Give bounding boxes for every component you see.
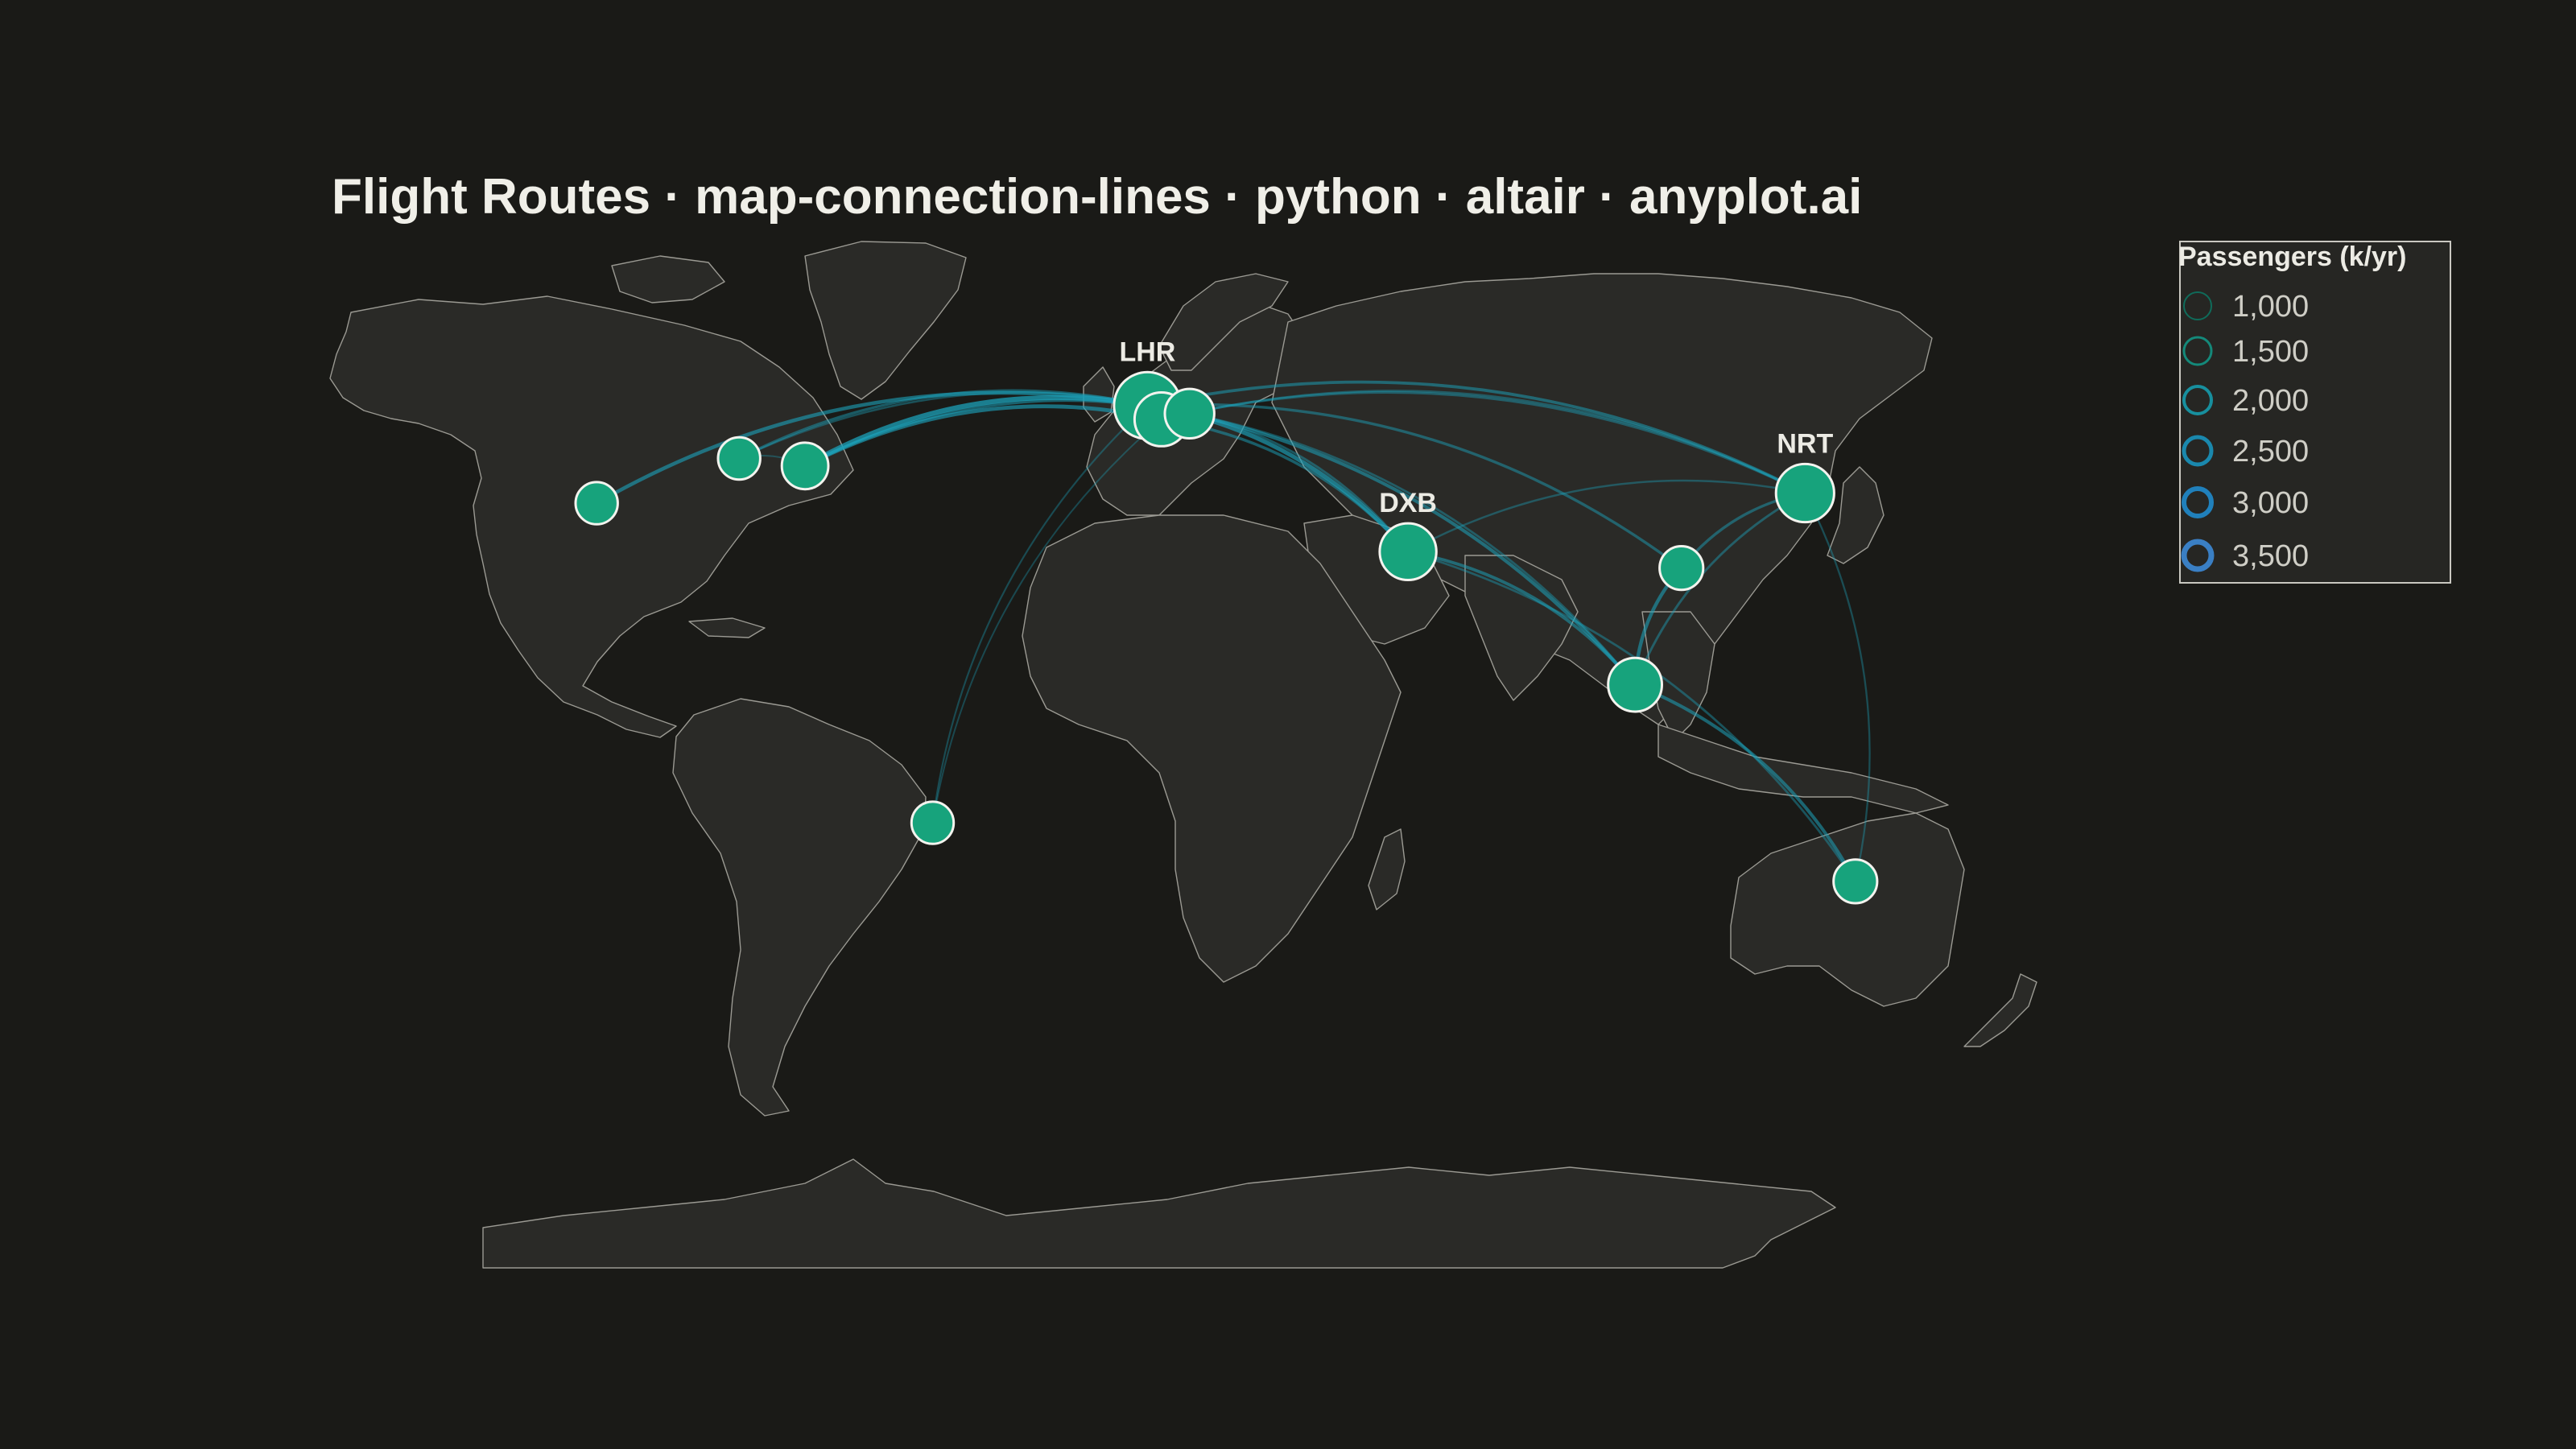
- legend-label-3500: 3,500: [2232, 539, 2309, 573]
- airport-hkg: [1658, 545, 1705, 592]
- land-arctic-islands: [611, 255, 725, 303]
- land-japan: [1827, 466, 1885, 564]
- legend-label-1000: 1,000: [2232, 290, 2309, 324]
- airport-nrt: [1774, 462, 1835, 524]
- airport-sin: [1607, 656, 1663, 713]
- legend: Passengers (k/yr) 1,000 1,500 2,000 2,500 3,…: [2178, 241, 2451, 584]
- land-south-america: [672, 698, 927, 1117]
- airport-label-lhr: LHR: [1119, 336, 1175, 367]
- airport-label-dxb: DXB: [1379, 488, 1437, 518]
- airport-dxb: [1378, 522, 1438, 581]
- land-madagascar: [1368, 828, 1406, 910]
- airport-jfk: [780, 441, 830, 491]
- airport-syd: [1832, 858, 1879, 905]
- legend-label-2500: 2,500: [2232, 435, 2309, 469]
- land-greenland: [804, 241, 967, 400]
- land-antarctica: [482, 1158, 1836, 1269]
- legend-title: Passengers (k/yr): [2178, 242, 2407, 272]
- airport-ord: [716, 436, 762, 481]
- map-figure: Flight Routes · map-connection-lines · p…: [0, 0, 2576, 1449]
- flight-routes-map: Flight Routes · map-connection-lines · p…: [329, 169, 2451, 1269]
- airport-fra: [1163, 387, 1216, 440]
- airport-lax: [574, 481, 619, 526]
- land-caribbean: [688, 617, 766, 638]
- land-new-zealand: [1963, 973, 2037, 1047]
- land-australia: [1730, 812, 1965, 1007]
- legend-label-2000: 2,000: [2232, 384, 2309, 418]
- chart-title: Flight Routes · map-connection-lines · p…: [332, 169, 1862, 225]
- land-indonesia: [1657, 724, 1949, 814]
- airport-label-nrt: NRT: [1777, 428, 1833, 459]
- legend-label-3000: 3,000: [2232, 486, 2309, 520]
- airport-gru: [910, 800, 956, 845]
- legend-label-1500: 1,500: [2232, 335, 2309, 369]
- legend-box: [2179, 241, 2451, 584]
